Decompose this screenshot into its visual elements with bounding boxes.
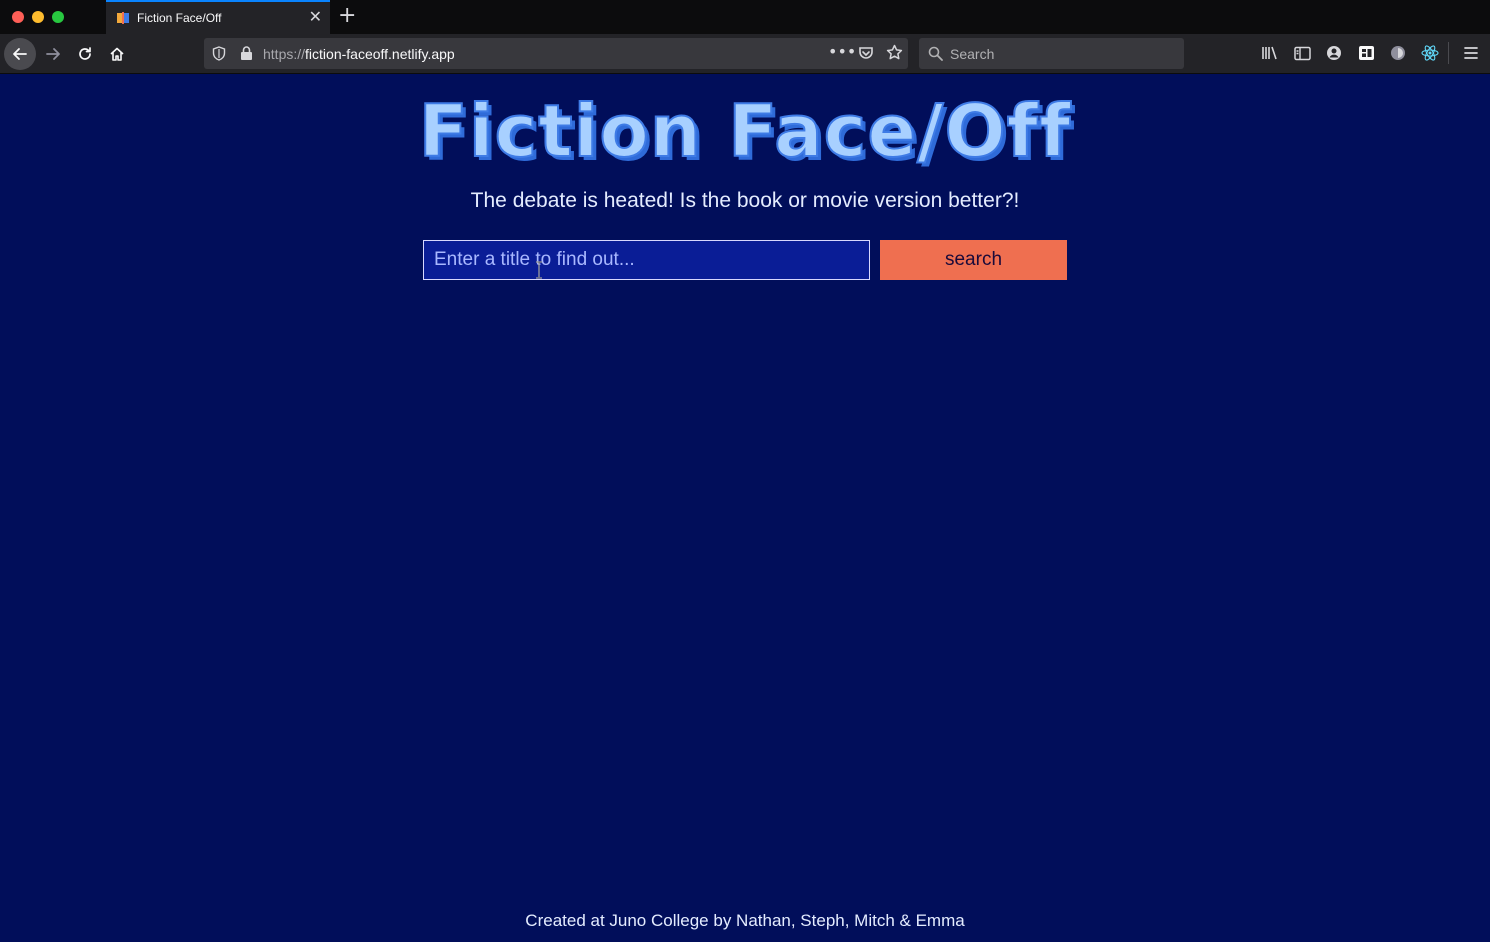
window-maximize-button[interactable] xyxy=(52,11,64,23)
new-tab-button[interactable]: + xyxy=(338,3,356,29)
address-bar[interactable]: https://fiction-faceoff.netlify.app ••• xyxy=(204,38,908,69)
forward-icon[interactable] xyxy=(37,38,69,70)
account-icon[interactable] xyxy=(1325,44,1343,62)
url-scheme: https:// xyxy=(263,46,306,62)
reload-icon[interactable] xyxy=(69,38,101,70)
window-minimize-button[interactable] xyxy=(32,11,44,23)
search-icon xyxy=(928,46,943,61)
bookmark-star-icon[interactable] xyxy=(886,44,903,61)
library-icon[interactable] xyxy=(1261,44,1279,62)
menu-icon[interactable] xyxy=(1462,44,1480,62)
extension-icon[interactable] xyxy=(1357,44,1375,62)
browser-search-placeholder: Search xyxy=(950,46,995,62)
search-button[interactable]: search xyxy=(880,240,1067,280)
home-icon[interactable] xyxy=(101,38,133,70)
page-content: Fiction Face/Off The debate is heated! I… xyxy=(0,75,1490,942)
window-close-button[interactable] xyxy=(12,11,24,23)
navigation-toolbar: https://fiction-faceoff.netlify.app ••• … xyxy=(0,34,1490,74)
tab-strip: Fiction Face/Off ✕ + xyxy=(0,0,1490,34)
react-devtools-icon[interactable] xyxy=(1421,44,1439,62)
sidebar-icon[interactable] xyxy=(1293,44,1311,62)
pocket-icon[interactable] xyxy=(858,45,874,61)
tab-title: Fiction Face/Off xyxy=(137,11,222,25)
text-cursor-icon xyxy=(536,261,542,279)
title-search-input[interactable] xyxy=(423,240,870,280)
page-actions-icon[interactable]: ••• xyxy=(828,42,856,61)
privacy-extension-icon[interactable] xyxy=(1389,44,1407,62)
browser-search-box[interactable]: Search xyxy=(919,38,1184,69)
favicon-icon xyxy=(117,12,129,24)
toolbar-separator xyxy=(1448,42,1449,64)
page-subtitle: The debate is heated! Is the book or mov… xyxy=(470,189,1020,212)
page-footer: Created at Juno College by Nathan, Steph… xyxy=(525,911,965,930)
lock-icon[interactable] xyxy=(240,46,253,61)
url-host: fiction-faceoff.netlify.app xyxy=(305,46,455,62)
shield-icon[interactable] xyxy=(212,46,226,61)
back-icon[interactable] xyxy=(4,38,36,70)
url-text[interactable]: https://fiction-faceoff.netlify.app xyxy=(263,46,455,62)
browser-tab[interactable]: Fiction Face/Off ✕ xyxy=(106,0,330,34)
page-title: Fiction Face/Off xyxy=(418,88,1072,174)
tab-close-icon[interactable]: ✕ xyxy=(309,8,322,26)
